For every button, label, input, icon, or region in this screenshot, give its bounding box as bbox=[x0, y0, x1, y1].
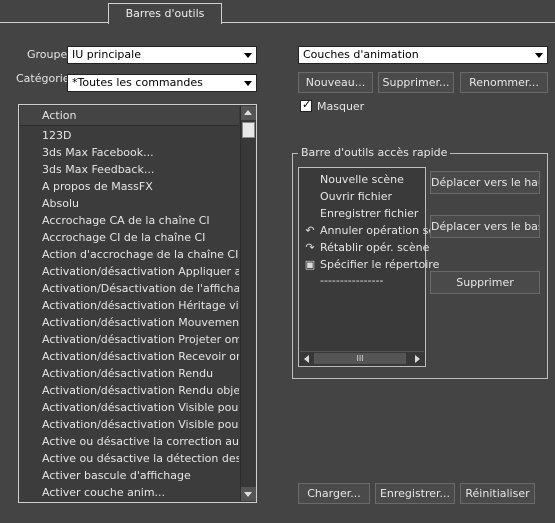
action-list-item[interactable]: Activer couche anim... bbox=[20, 484, 239, 501]
quick-access-item-label: Ouvrir fichier bbox=[320, 190, 393, 203]
action-list-item[interactable]: Activation/désactivation Rendu bbox=[20, 365, 239, 382]
supprimer-toolbar-button[interactable]: Supprimer... bbox=[378, 72, 454, 93]
scroll-up-button[interactable] bbox=[241, 106, 256, 120]
enregistrer-button[interactable]: Enregistrer... bbox=[375, 483, 455, 504]
action-list-item[interactable]: Activer bascule d'affichage bbox=[20, 467, 239, 484]
action-list-item[interactable]: Active ou désactive la correction auto..… bbox=[20, 433, 239, 450]
action-list-item[interactable]: Activation/désactivation Mouvement ... bbox=[20, 314, 239, 331]
arrow-down-icon bbox=[244, 492, 252, 497]
action-list-item[interactable]: Activation/désactivation Visible pour l.… bbox=[20, 399, 239, 416]
action-list-item[interactable]: Activation/désactivation Visible pour l.… bbox=[20, 416, 239, 433]
action-list-item[interactable]: Accrochage CA de la chaîne CI bbox=[20, 212, 239, 229]
action-rows: 123D 3ds Max Facebook... 3ds Max Feedback.… bbox=[20, 127, 239, 502]
folder-project-icon: ▣ bbox=[304, 258, 316, 271]
deplacer-bas-button[interactable]: Déplacer vers le bas bbox=[430, 215, 540, 238]
action-list-item[interactable]: Activation/Désactivation de l'affichag..… bbox=[20, 280, 239, 297]
action-list-item[interactable]: A propos de MassFX bbox=[20, 178, 239, 195]
groupe-value: IU principale bbox=[72, 48, 141, 61]
action-list-item[interactable]: Activation/désactivation Recevoir om... bbox=[20, 348, 239, 365]
toolbar-value: Couches d'animation bbox=[303, 48, 419, 61]
action-list-item[interactable]: Activation/désactivation Projeter omb... bbox=[20, 331, 239, 348]
arrow-left-icon[interactable] bbox=[304, 355, 309, 363]
scroll-down-button[interactable] bbox=[241, 487, 256, 501]
action-list-item[interactable]: Accrochage CI de la chaîne CI bbox=[20, 229, 239, 246]
reinitialiser-button[interactable]: Réinitialiser bbox=[460, 483, 535, 504]
quick-access-item[interactable]: ▣ Spécifier le répertoire bbox=[303, 256, 440, 273]
chevron-down-icon bbox=[535, 53, 543, 58]
scroll-thumb[interactable] bbox=[242, 122, 255, 138]
categorie-dropdown[interactable]: *Toutes les commandes bbox=[67, 74, 257, 92]
renommer-button[interactable]: Renommer... bbox=[460, 72, 548, 93]
groupe-label: Groupe: bbox=[27, 48, 71, 61]
quick-access-item[interactable]: ↷ Rétablir opér. scène bbox=[303, 239, 429, 256]
masquer-label: Masquer bbox=[317, 100, 365, 113]
categorie-label: Catégorie: bbox=[16, 72, 74, 85]
action-list-item[interactable]: Activation/désactivation Héritage visi..… bbox=[20, 297, 239, 314]
masquer-checkbox[interactable] bbox=[300, 98, 312, 112]
action-list-item[interactable]: 3ds Max Facebook... bbox=[20, 144, 239, 161]
arrow-up-icon bbox=[244, 110, 252, 115]
quick-access-list[interactable]: Nouvelle scène Ouvrir fichier Enregistrer … bbox=[298, 167, 441, 367]
tab-barres-outils[interactable]: Barres d'outils bbox=[108, 3, 222, 24]
tab-divider bbox=[0, 22, 108, 23]
action-list-item[interactable]: Absolu bbox=[20, 195, 239, 212]
hscroll-thumb[interactable]: III bbox=[314, 353, 406, 364]
quick-access-hscrollbar[interactable]: III bbox=[300, 351, 424, 365]
supprimer-button[interactable]: Supprimer bbox=[430, 271, 540, 294]
quick-access-item[interactable]: Enregistrer fichier bbox=[303, 205, 418, 222]
quick-access-item-label: Nouvelle scène bbox=[320, 173, 404, 186]
chevron-down-icon bbox=[244, 81, 252, 86]
quick-access-item-label: Spécifier le répertoire bbox=[320, 258, 440, 271]
action-header-label: Action bbox=[42, 109, 77, 122]
toolbar-dropdown[interactable]: Couches d'animation bbox=[298, 46, 548, 64]
quick-access-item-label: Enregistrer fichier bbox=[320, 207, 419, 220]
arrow-right-icon[interactable] bbox=[415, 355, 420, 363]
action-list-item[interactable]: Action d'accrochage de la chaîne CI bbox=[20, 246, 239, 263]
action-column-header[interactable]: Action bbox=[20, 106, 239, 126]
quick-access-title: Barre d'outils accès rapide bbox=[298, 146, 451, 159]
action-list-item[interactable]: Active ou désactive la détection des ... bbox=[20, 450, 239, 467]
tab-strip bbox=[0, 0, 555, 24]
action-list-scrollbar[interactable] bbox=[240, 106, 256, 501]
charger-button[interactable]: Charger... bbox=[298, 483, 370, 504]
undo-icon: ↶ bbox=[305, 224, 315, 237]
redo-icon: ↷ bbox=[305, 241, 315, 254]
chevron-down-icon bbox=[244, 53, 252, 58]
quick-access-item-label: Rétablir opér. scène bbox=[320, 241, 430, 254]
action-list-item[interactable]: 3ds Max Feedback... bbox=[20, 161, 239, 178]
quick-access-item[interactable]: Ouvrir fichier bbox=[303, 188, 392, 205]
quick-access-item-label: ---------------- bbox=[320, 274, 384, 287]
quick-access-item[interactable]: ↶ Annuler opération scè bbox=[303, 222, 441, 239]
deplacer-haut-button[interactable]: Déplacer vers le haut bbox=[430, 171, 540, 194]
groupe-dropdown[interactable]: IU principale bbox=[67, 46, 257, 64]
quick-access-item[interactable]: ---------------- bbox=[303, 272, 384, 289]
tab-divider bbox=[221, 22, 555, 23]
action-list-item[interactable]: Activation/désactivation Appliquer at... bbox=[20, 263, 239, 280]
nouveau-button[interactable]: Nouveau... bbox=[298, 72, 373, 93]
quick-access-item[interactable]: Nouvelle scène bbox=[303, 171, 404, 188]
action-list-item[interactable]: Activation/désactivation Rendu objet... bbox=[20, 382, 239, 399]
categorie-value: *Toutes les commandes bbox=[72, 76, 203, 89]
quick-access-item-label: Annuler opération scè bbox=[320, 224, 442, 237]
action-list[interactable]: Action 123D 3ds Max Facebook... 3ds Max Fe… bbox=[18, 104, 257, 503]
action-list-item[interactable]: 123D bbox=[20, 127, 239, 144]
